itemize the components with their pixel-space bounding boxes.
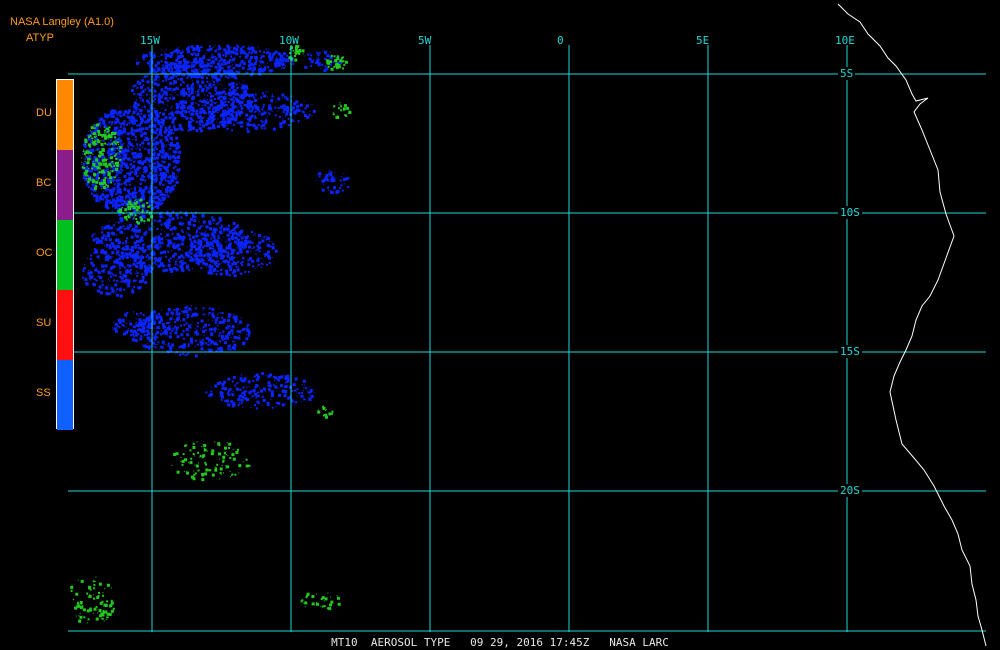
sea-salt-aerosol-cluster: [82, 246, 152, 298]
organic-carbon-aerosol-cluster: [300, 592, 341, 611]
map-canvas: [68, 3, 987, 647]
latitude-label: 20S: [838, 484, 862, 497]
aerosol-type-colorbar: [56, 79, 74, 430]
legend-swatch-su: [57, 290, 73, 360]
legend-swatch-ss: [57, 360, 73, 430]
longitude-label: 5E: [696, 34, 710, 47]
legend-swatch-oc: [57, 220, 73, 290]
aerosol-pixels: [70, 44, 352, 624]
legend-label-du: DU: [36, 107, 52, 119]
sea-salt-aerosol-cluster: [205, 372, 316, 410]
product-code: ATYP: [26, 32, 54, 44]
latitude-label: 15S: [838, 345, 862, 358]
sea-salt-aerosol-cluster: [91, 210, 252, 273]
longitude-label: 0: [557, 34, 564, 47]
legend-swatch-du: [57, 80, 73, 150]
latitude-label: 5S: [838, 67, 856, 80]
organic-carbon-aerosol-cluster: [332, 102, 352, 119]
sea-salt-aerosol-cluster: [315, 170, 350, 195]
legend-label-oc: OC: [36, 247, 53, 259]
latitude-label: 10S: [838, 206, 862, 219]
africa-coastline: [837, 3, 987, 647]
longitude-label: 10E: [835, 34, 855, 47]
longitude-label: 5W: [418, 34, 432, 47]
organic-carbon-aerosol-cluster: [317, 405, 334, 419]
longitude-label: 15W: [140, 34, 160, 47]
footer-caption: MT10 AEROSOL TYPE 09 29, 2016 17:45Z NAS…: [331, 636, 669, 649]
legend-swatch-bc: [57, 150, 73, 220]
organic-carbon-aerosol-cluster: [325, 54, 348, 71]
legend-label-ss: SS: [36, 387, 51, 399]
legend-label-su: SU: [36, 317, 52, 329]
longitude-label: 10W: [279, 34, 299, 47]
sea-salt-aerosol-cluster: [131, 305, 251, 358]
organic-carbon-aerosol-cluster: [171, 441, 251, 482]
source-title: NASA Langley (A1.0): [10, 16, 114, 28]
legend-label-bc: BC: [36, 177, 52, 189]
organic-carbon-aerosol-cluster: [70, 576, 115, 624]
